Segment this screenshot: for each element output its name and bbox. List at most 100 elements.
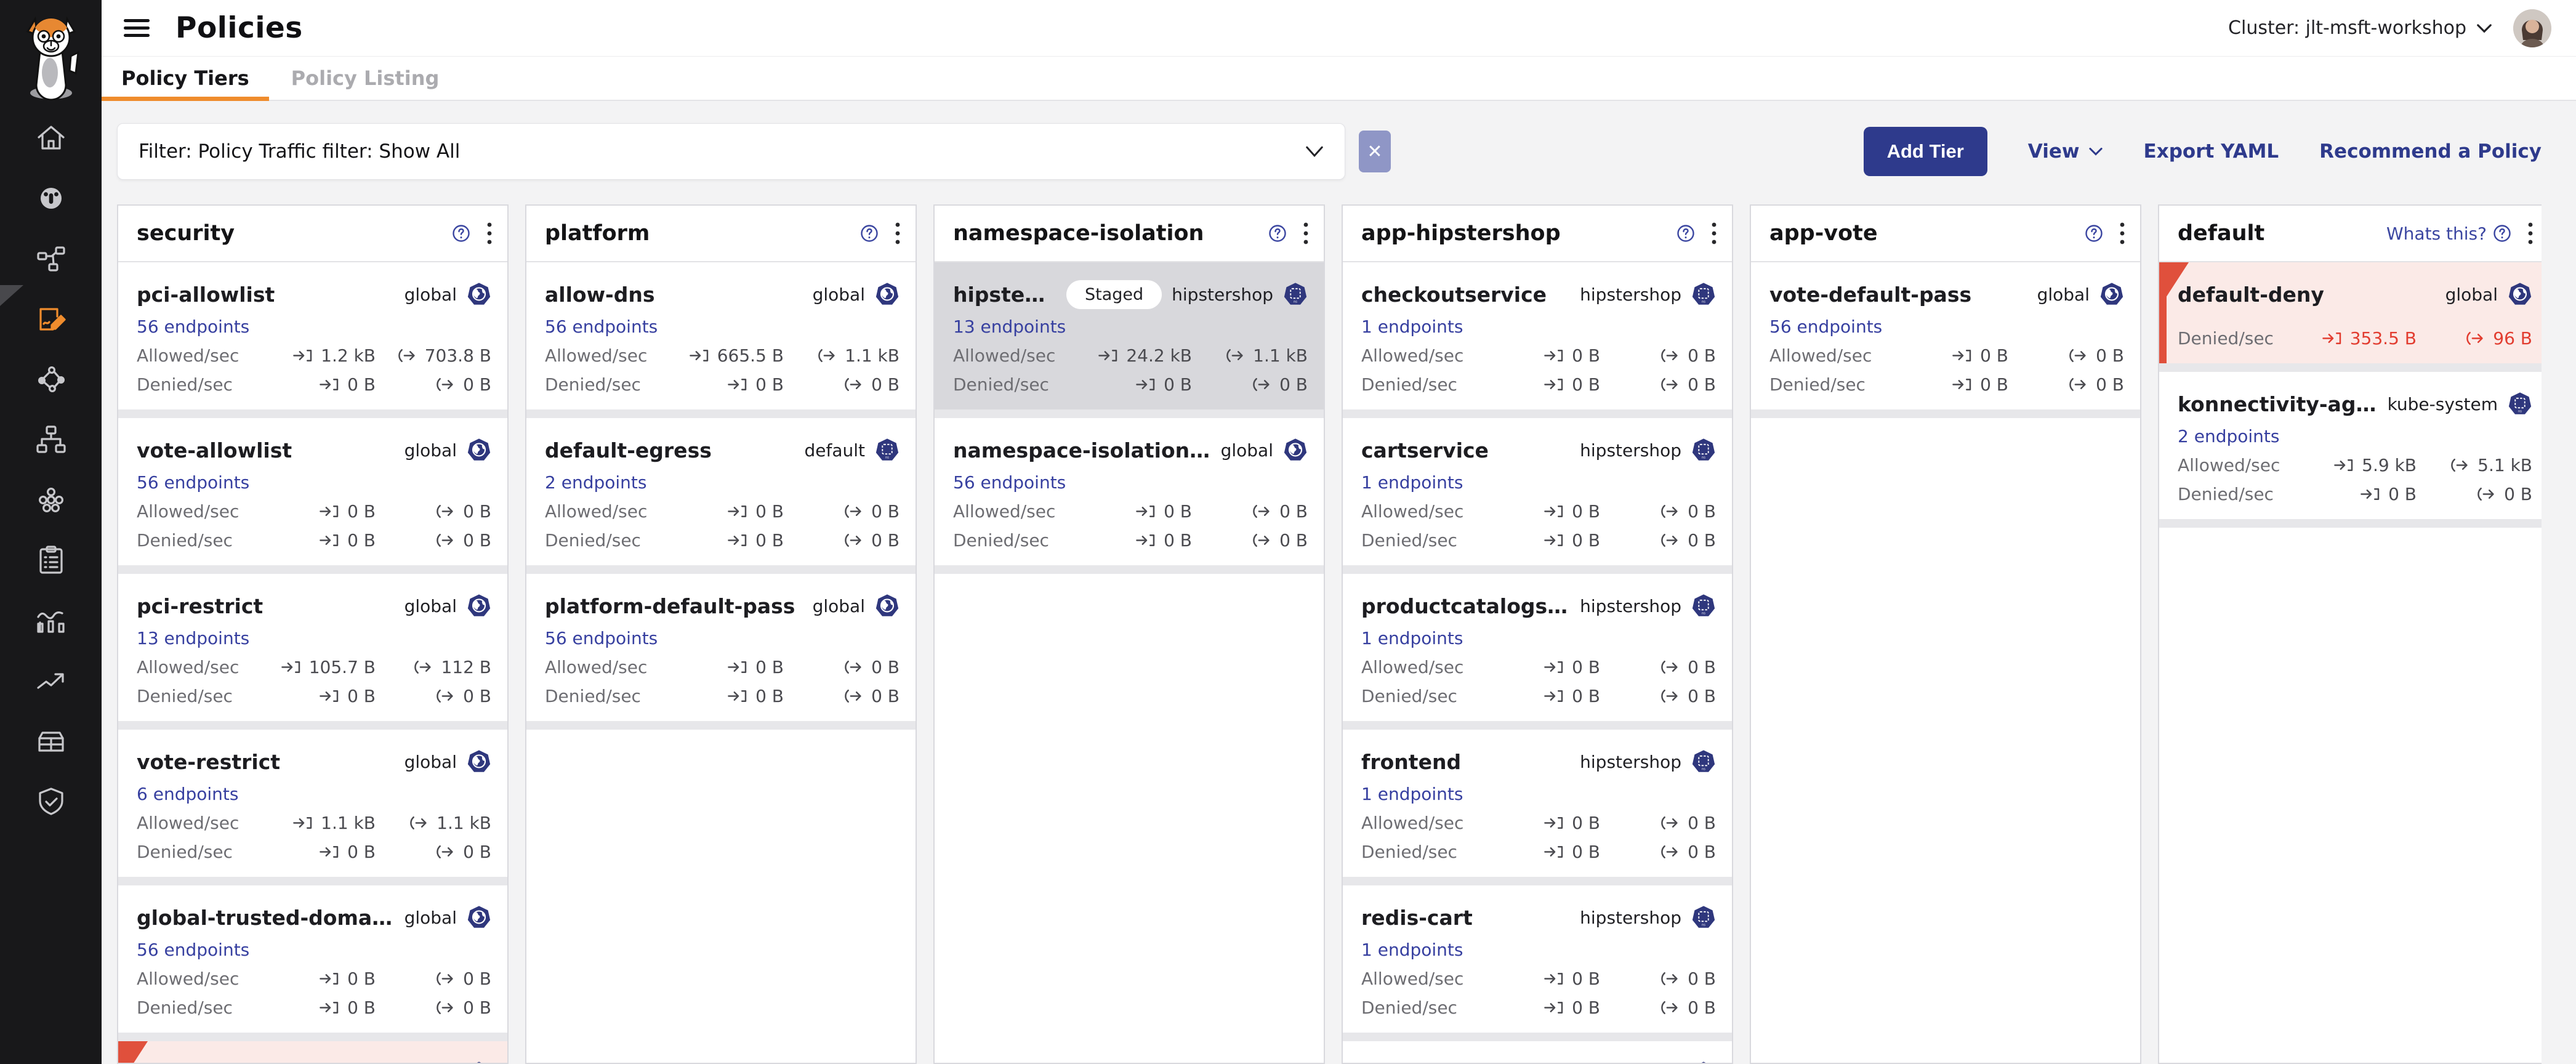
policy-card[interactable]: vote-allowlist global 56 endpoints Allow… [118, 418, 507, 565]
whats-this-link[interactable] [854, 224, 879, 243]
policy-card[interactable]: cartservice hipstershop ns 1 endpoints A… [1343, 418, 1732, 565]
endpoints-link[interactable]: 1 endpoints [1361, 628, 1463, 648]
endpoints-link[interactable]: 56 endpoints [137, 316, 249, 337]
endpoints-link[interactable]: 6 endpoints [137, 784, 238, 804]
recommend-policy-button[interactable]: Recommend a Policy [2319, 140, 2542, 163]
whats-this-link[interactable] [1670, 224, 1695, 243]
endpoints-link[interactable]: 56 endpoints [953, 472, 1066, 493]
traffic-label: Denied/sec [2178, 328, 2296, 349]
globe-icon [467, 749, 491, 774]
clear-filter-button[interactable]: ✕ [1359, 131, 1391, 172]
policy-card[interactable]: namespace-isolation-default-p… global 56… [935, 418, 1324, 565]
tier-title: default [2178, 221, 2264, 246]
whats-this-link[interactable] [2079, 224, 2103, 243]
traffic-label: Allowed/sec [1361, 345, 1480, 366]
policy-card[interactable]: allow-dns global 56 endpoints Allowed/se… [526, 262, 916, 409]
trends-icon[interactable] [0, 651, 102, 711]
globe-icon [467, 594, 491, 618]
ingress-value: 0 B [1480, 657, 1600, 677]
export-yaml-button[interactable]: Export YAML [2144, 140, 2279, 163]
policy-card[interactable]: konnectivity-agent kube-system ns 2 endp… [2159, 372, 2542, 519]
endpoints-link[interactable]: 56 endpoints [137, 940, 249, 960]
policy-scope: global [405, 908, 457, 928]
dashboard-icon[interactable] [0, 168, 102, 228]
traffic-row: Denied/sec0 B0 B [2178, 484, 2532, 504]
inventory-icon[interactable] [0, 711, 102, 772]
view-dropdown[interactable]: View [2028, 140, 2103, 163]
ingress-value: 0 B [664, 657, 784, 677]
user-avatar[interactable] [2513, 9, 2551, 47]
policy-card[interactable]: default-egress default ns 2 endpoints Al… [526, 418, 916, 565]
policy-card[interactable]: productcatalogservice hipstershop ns 1 e… [1343, 574, 1732, 721]
policy-card[interactable]: platform-default-pass global 56 endpoint… [526, 574, 916, 721]
endpoints-link[interactable]: 1 endpoints [1361, 940, 1463, 960]
tier-cards: pci-allowlist global 56 endpoints Allowe… [118, 262, 507, 1063]
egress-value: 0 B [795, 501, 900, 522]
tab-policy-listing[interactable]: Policy Listing [272, 57, 459, 100]
endpoints-link[interactable]: 56 endpoints [137, 472, 249, 493]
endpoints-link[interactable]: 1 endpoints [1361, 316, 1463, 337]
endpoints-link[interactable]: 1 endpoints [1361, 472, 1463, 493]
kebab-menu-icon[interactable] [2119, 221, 2125, 246]
compliance-icon[interactable] [0, 530, 102, 590]
kebab-menu-icon[interactable] [1711, 221, 1717, 246]
egress-value: 0 B [795, 657, 900, 677]
workloads-icon[interactable] [0, 470, 102, 530]
cluster-selector[interactable]: Cluster: jlt-msft-workshop [2228, 17, 2492, 39]
traffic-row: Allowed/sec0 B0 B [137, 969, 491, 989]
tab-policy-tiers[interactable]: Policy Tiers [102, 57, 269, 100]
service-graph-icon[interactable] [0, 228, 102, 289]
globe-icon [1283, 438, 1308, 462]
endpoints-link[interactable]: 1 endpoints [1361, 784, 1463, 804]
traffic-row: Allowed/sec24.2 kB1.1 kB [953, 345, 1308, 366]
policies-icon[interactable] [0, 289, 102, 349]
policy-card[interactable]: frontend hipstershop ns 1 endpoints Allo… [1343, 730, 1732, 877]
egress-value: 0 B [1611, 813, 1716, 833]
policy-tier-board: security pci-allowlist g [117, 204, 2542, 1064]
logs-icon[interactable] [0, 590, 102, 651]
policy-card[interactable]: pci-restrict global 13 endpoints Allowed… [118, 574, 507, 721]
policy-card[interactable]: quarantine global 0 endpoints [118, 1041, 507, 1064]
ingress-value: 0 B [1072, 501, 1192, 522]
endpoints-link[interactable]: 56 endpoints [545, 628, 658, 648]
shield-icon[interactable] [0, 772, 102, 832]
endpoints-link[interactable]: 56 endpoints [1769, 316, 1882, 337]
add-tier-button[interactable]: Add Tier [1864, 127, 1987, 176]
policy-card[interactable]: hipstershop-gh… Staged hipstershop ns 13… [935, 262, 1324, 409]
egress-value: 0 B [1203, 530, 1308, 550]
kebab-menu-icon[interactable] [1303, 221, 1309, 246]
policy-scope: hipstershop [1580, 908, 1681, 928]
whats-this-link[interactable] [1262, 224, 1287, 243]
policy-card[interactable]: vote-default-pass global 56 endpoints Al… [1751, 262, 2140, 409]
whats-this-link[interactable] [446, 224, 470, 243]
ingress-value: 5.9 kB [2296, 455, 2417, 475]
home-icon[interactable] [0, 108, 102, 168]
kebab-menu-icon[interactable] [895, 221, 901, 246]
policy-card[interactable]: emailservice hipstershop ns 1 endpoints … [1343, 1041, 1732, 1064]
policy-card[interactable]: checkoutservice hipstershop ns 1 endpoin… [1343, 262, 1732, 409]
endpoints-link[interactable]: 2 endpoints [545, 472, 646, 493]
endpoints-link[interactable]: 2 endpoints [2178, 426, 2279, 446]
svg-text:ns: ns [1294, 300, 1297, 304]
policy-card[interactable]: vote-restrict global 6 endpoints Allowed… [118, 730, 507, 877]
endpoints-link[interactable]: 56 endpoints [545, 316, 658, 337]
endpoints-icon[interactable] [0, 409, 102, 470]
kebab-menu-icon[interactable] [486, 221, 493, 246]
endpoints-link[interactable]: 13 endpoints [137, 628, 249, 648]
kebab-menu-icon[interactable] [2527, 221, 2534, 246]
policy-scope: global [405, 284, 457, 305]
policy-scope: kube-system [2388, 394, 2498, 414]
policy-card[interactable]: pci-allowlist global 56 endpoints Allowe… [118, 262, 507, 409]
traffic-rows: Allowed/sec0 B0 BDenied/sec0 B0 B [1361, 345, 1716, 395]
policy-card[interactable]: global-trusted-domains global 56 endpoin… [118, 885, 507, 1033]
policy-scope: hipstershop [1580, 596, 1681, 616]
endpoints-link[interactable]: 13 endpoints [953, 316, 1066, 337]
hamburger-menu-icon[interactable] [124, 15, 150, 41]
traffic-label: Denied/sec [137, 530, 256, 550]
policy-card[interactable]: default-deny global Denied/sec353.5 B96 … [2159, 262, 2542, 363]
policy-filter-select[interactable]: Filter: Policy Traffic filter: Show All [117, 123, 1345, 180]
tier-cards: allow-dns global 56 endpoints Allowed/se… [526, 262, 916, 1063]
network-icon[interactable] [0, 349, 102, 409]
policy-card[interactable]: redis-cart hipstershop ns 1 endpoints Al… [1343, 885, 1732, 1033]
whats-this-link[interactable]: Whats this? [2386, 224, 2511, 244]
